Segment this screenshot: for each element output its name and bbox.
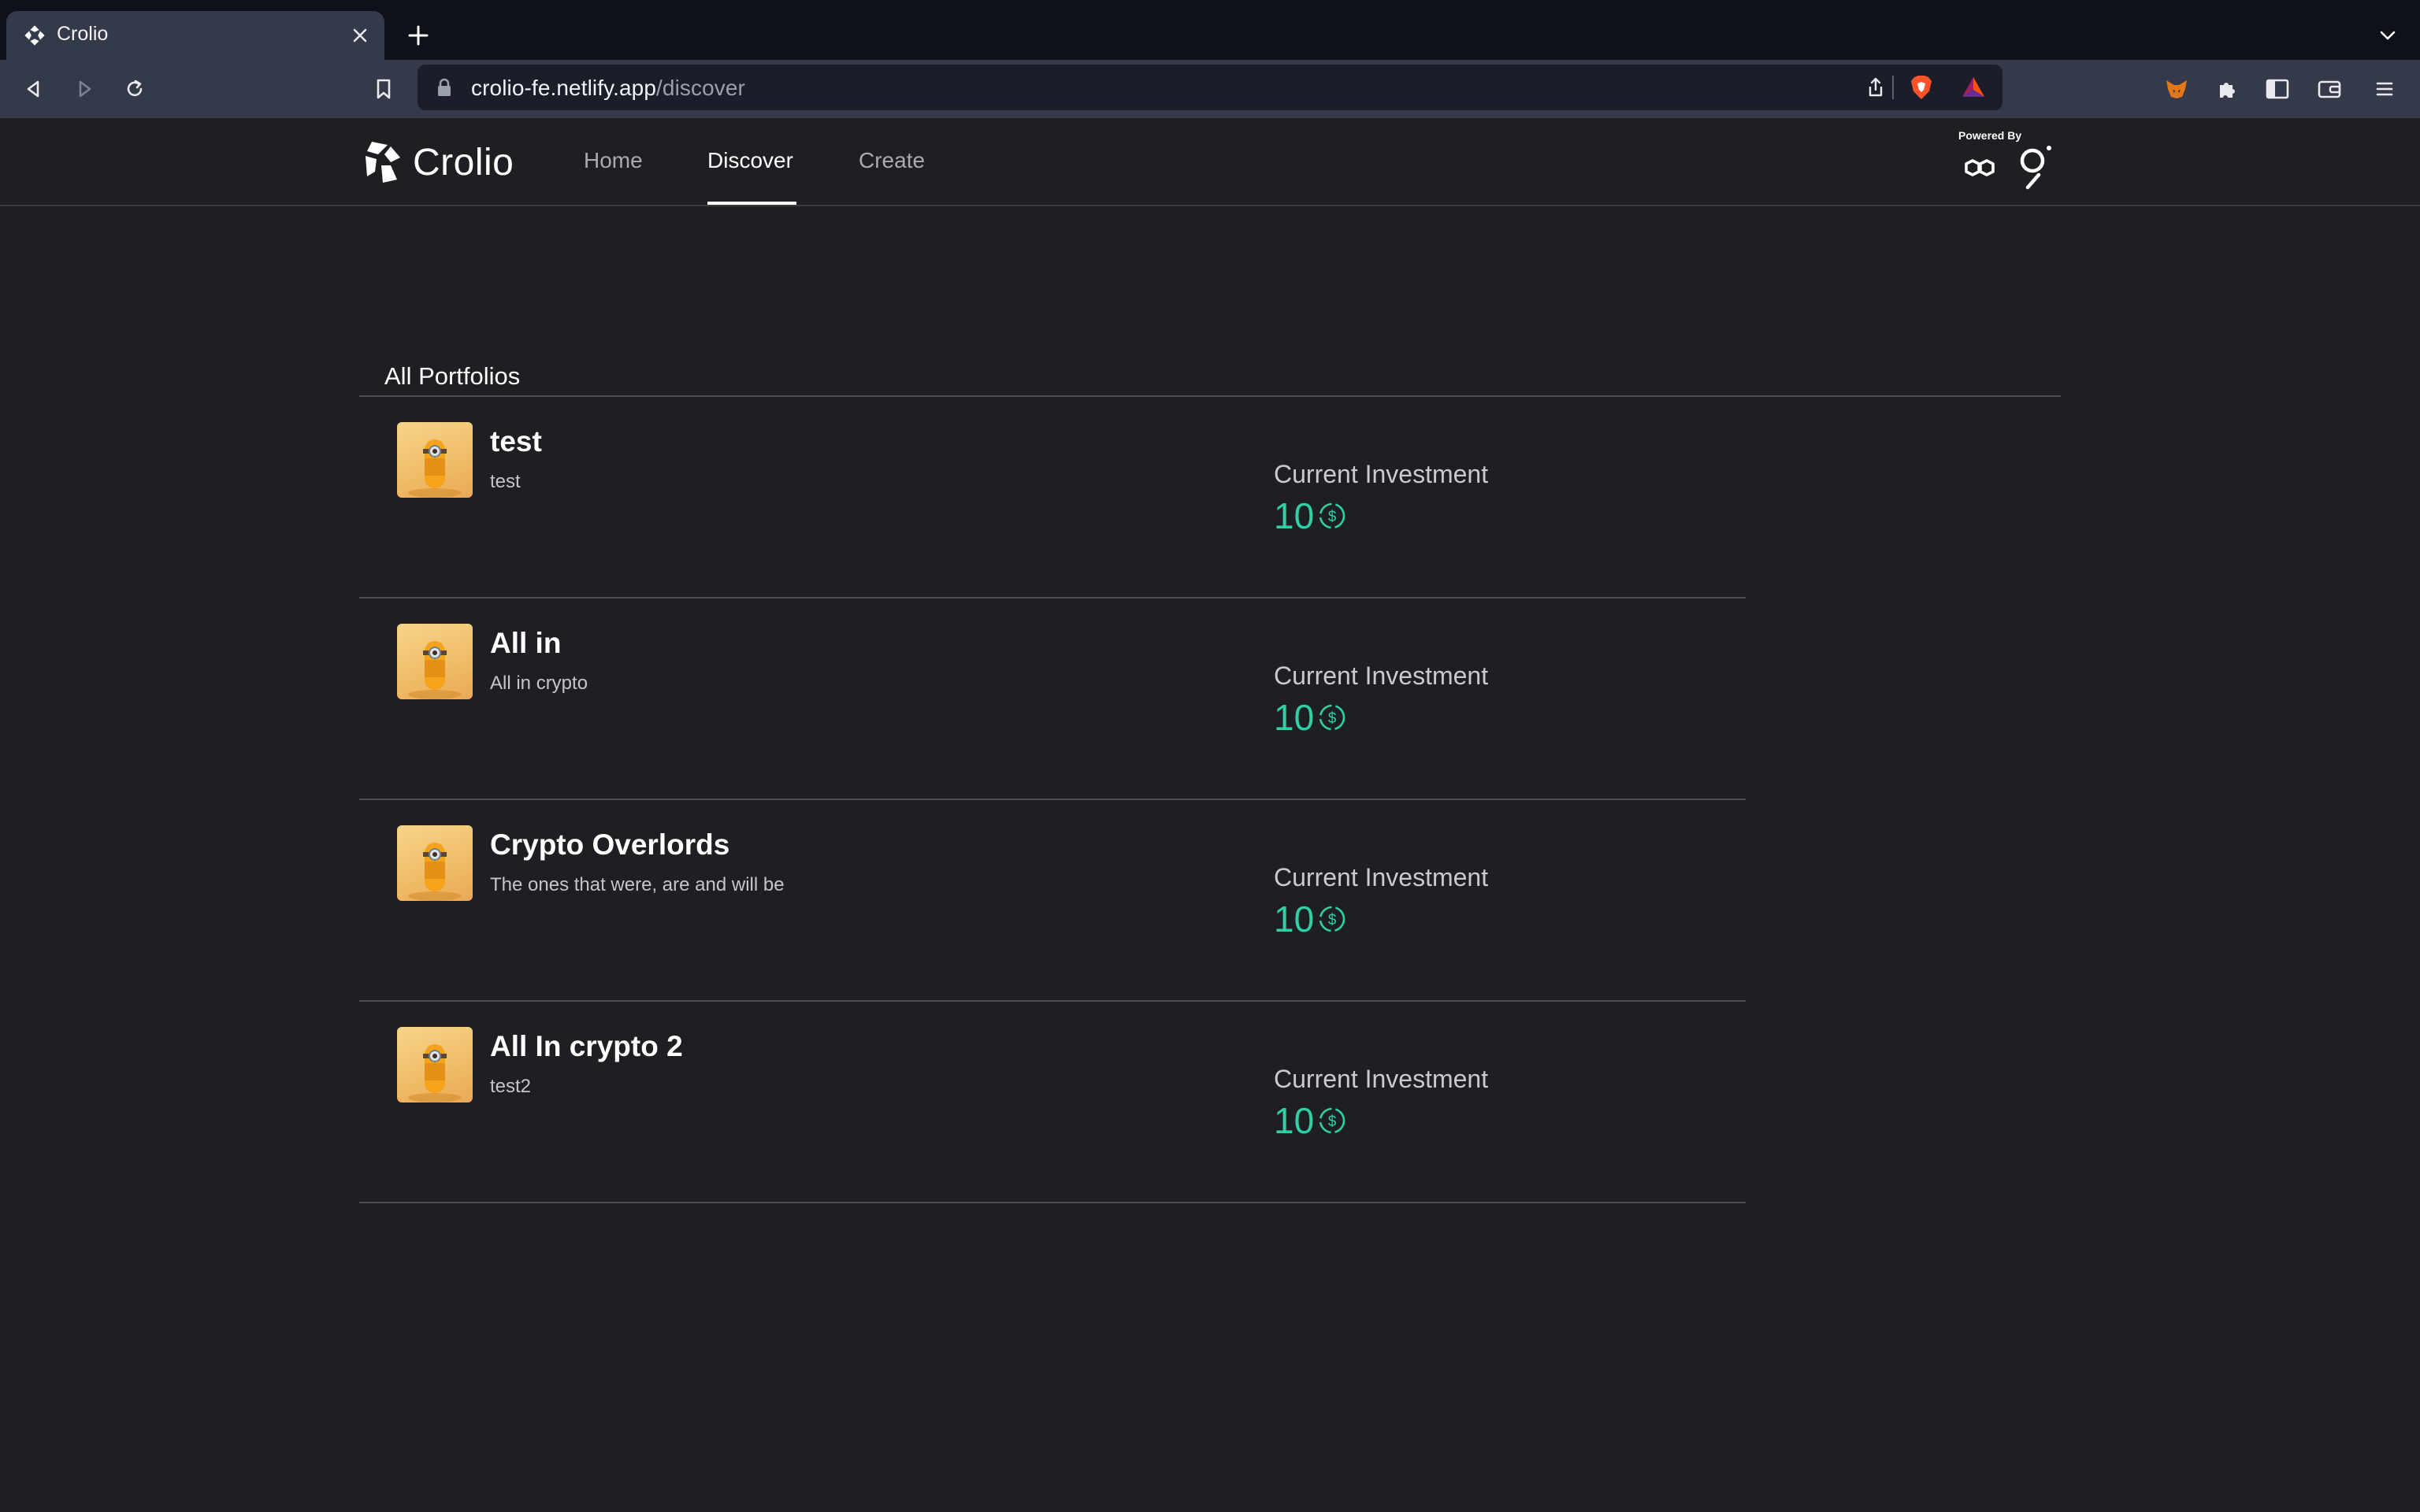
portfolio-row[interactable]: test test Current Investment 10 $: [359, 397, 1746, 598]
new-tab-button[interactable]: [403, 20, 433, 50]
portfolio-row[interactable]: All In crypto 2 test2 Current Investment…: [359, 1002, 1746, 1203]
portfolio-title[interactable]: test: [490, 425, 542, 458]
url-text[interactable]: crolio-fe.netlify.app/discover: [471, 76, 745, 101]
usd-coin-icon: $: [1319, 906, 1345, 932]
svg-text:$: $: [1328, 710, 1337, 727]
nav-discover[interactable]: Discover: [707, 148, 793, 173]
crolio-logo[interactable]: Crolio: [364, 139, 514, 186]
forward-icon[interactable]: [68, 72, 101, 106]
investment-value: 10 $: [1274, 696, 1347, 739]
active-nav-indicator: [707, 202, 796, 205]
omnibox-divider: [1892, 76, 1894, 99]
investment-value: 10 $: [1274, 898, 1347, 940]
portfolio-description: The ones that were, are and will be: [490, 874, 785, 895]
portfolio-avatar: [397, 624, 473, 699]
logo-text: Crolio: [413, 141, 514, 183]
nav-home[interactable]: Home: [584, 148, 643, 173]
portfolio-description: All in crypto: [490, 673, 588, 694]
investment-label: Current Investment: [1274, 662, 1489, 690]
portfolio-avatar: [397, 825, 473, 901]
investment-amount: 10: [1274, 1100, 1315, 1141]
polygon-logo-icon: [1958, 146, 2001, 189]
portfolio-avatar: [397, 422, 473, 498]
reload-icon[interactable]: [118, 72, 151, 106]
portfolio-title[interactable]: Crypto Overlords: [490, 828, 729, 862]
usd-coin-icon: $: [1319, 502, 1345, 529]
the-graph-logo-icon: [2017, 143, 2054, 192]
svg-text:$: $: [1328, 1114, 1337, 1130]
brave-shields-icon[interactable]: [1906, 72, 1936, 102]
investment-label: Current Investment: [1274, 863, 1489, 891]
svg-text:$: $: [1328, 912, 1337, 928]
investment-amount: 10: [1274, 495, 1315, 536]
menu-hamburger-icon[interactable]: [2368, 72, 2401, 106]
address-bar[interactable]: crolio-fe.netlify.app/discover: [418, 65, 2002, 110]
sidebar-toggle-icon[interactable]: [2261, 72, 2294, 106]
investment-value: 10 $: [1274, 495, 1347, 537]
portfolio-row[interactable]: All in All in crypto Current Investment …: [359, 598, 1746, 800]
investment-value: 10 $: [1274, 1099, 1347, 1142]
site-header: Crolio Home Discover Create: [0, 118, 2420, 206]
investment-label: Current Investment: [1274, 1065, 1489, 1093]
brave-rewards-icon[interactable]: [1958, 72, 1988, 102]
extensions-puzzle-icon[interactable]: [2210, 72, 2244, 106]
back-icon[interactable]: [17, 72, 50, 106]
share-icon[interactable]: [1862, 74, 1889, 101]
usd-coin-icon: $: [1319, 1107, 1345, 1134]
wallet-icon[interactable]: [2313, 72, 2346, 106]
metamask-fox-icon[interactable]: [2160, 72, 2193, 106]
crolio-favicon-icon: [24, 24, 46, 46]
url-host: crolio-fe.netlify.app: [471, 76, 657, 100]
bookmark-icon[interactable]: [367, 72, 400, 106]
section-title: All Portfolios: [384, 362, 521, 390]
url-path: /discover: [656, 76, 745, 100]
svg-text:$: $: [1328, 509, 1337, 525]
tab-title: Crolio: [57, 23, 109, 45]
investment-label: Current Investment: [1274, 460, 1489, 488]
close-tab-icon[interactable]: [347, 22, 373, 49]
browser-tab-strip: Crolio: [0, 0, 2420, 60]
investment-amount: 10: [1274, 899, 1315, 939]
lock-icon: [435, 77, 454, 98]
portfolio-title[interactable]: All In crypto 2: [490, 1030, 683, 1063]
portfolio-row[interactable]: Crypto Overlords The ones that were, are…: [359, 800, 1746, 1002]
browser-tab[interactable]: Crolio: [6, 11, 384, 60]
portfolio-description: test: [490, 471, 521, 492]
portfolio-title[interactable]: All in: [490, 627, 561, 660]
usd-coin-icon: $: [1319, 704, 1345, 731]
powered-by-label: Powered By: [1958, 129, 2022, 142]
investment-amount: 10: [1274, 697, 1315, 738]
crolio-logo-icon: [366, 142, 400, 183]
portfolio-description: test2: [490, 1076, 532, 1097]
portfolio-avatar: [397, 1027, 473, 1102]
nav-create[interactable]: Create: [859, 148, 925, 173]
chevron-down-icon[interactable]: [2373, 20, 2403, 50]
